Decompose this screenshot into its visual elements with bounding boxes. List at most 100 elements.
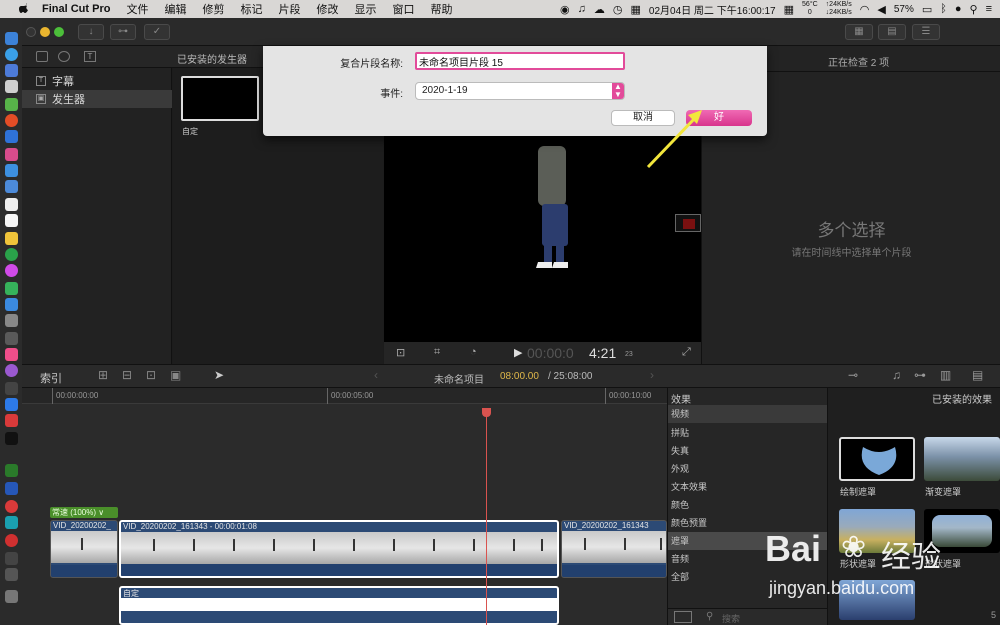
- fx-category-tile[interactable]: 拼贴: [668, 424, 828, 442]
- inspector-toggle-button[interactable]: ☰: [912, 24, 940, 40]
- dock-app-icon[interactable]: [5, 32, 18, 45]
- bluetooth-icon[interactable]: ᛒ: [940, 3, 947, 15]
- clip-name-input[interactable]: [415, 52, 625, 70]
- crop-icon[interactable]: ⌗: [434, 346, 440, 359]
- dock-app-icon[interactable]: [5, 464, 18, 477]
- menu-app-name[interactable]: Final Cut Pro: [42, 3, 110, 15]
- keywords-button[interactable]: ⊶: [110, 24, 136, 40]
- menu-list-icon[interactable]: ≡: [986, 3, 992, 15]
- dock-app-icon[interactable]: [5, 80, 18, 93]
- clip-middle-selected[interactable]: VID_20200202_161343 - 00:00:01:08: [119, 520, 559, 578]
- fx-category-color[interactable]: 颜色: [668, 496, 828, 514]
- menu-modify[interactable]: 修改: [316, 1, 338, 17]
- minimize-window-button[interactable]: [40, 27, 50, 37]
- dock-app-icon[interactable]: [5, 148, 18, 161]
- wifi-icon[interactable]: ◠: [860, 3, 870, 16]
- calendar-icon[interactable]: ▦: [630, 3, 640, 16]
- fx-category-video[interactable]: 视频: [668, 405, 828, 423]
- clock-icon[interactable]: ◷: [613, 3, 623, 16]
- transform-icon[interactable]: ⊡: [396, 346, 405, 359]
- fullscreen-icon[interactable]: ⤢: [682, 346, 691, 359]
- clip-title-generator[interactable]: 自定: [119, 586, 559, 625]
- sidebar-toggle-icon[interactable]: [674, 611, 692, 623]
- clapper-icon[interactable]: [36, 51, 48, 62]
- dock-app-icon[interactable]: [5, 48, 18, 61]
- clip-left[interactable]: VID_20200202_: [50, 520, 118, 578]
- menu-help[interactable]: 帮助: [430, 1, 452, 17]
- fx-category-looks[interactable]: 外观: [668, 460, 828, 478]
- titles-generators-icon[interactable]: T: [84, 51, 96, 62]
- menu-view[interactable]: 显示: [354, 1, 376, 17]
- headphones-icon[interactable]: ♫: [892, 368, 901, 382]
- generator-thumbnail[interactable]: [181, 76, 259, 121]
- dock-app-icon[interactable]: [5, 248, 18, 261]
- effect-thumb-draw-mask[interactable]: [839, 437, 915, 481]
- battery-percent[interactable]: 57%: [894, 4, 914, 15]
- insert-clip-icon[interactable]: ⊟: [122, 368, 132, 382]
- trash-icon[interactable]: [5, 590, 18, 603]
- dock-app-icon[interactable]: [5, 348, 18, 361]
- solo-icon[interactable]: ⊶: [914, 368, 926, 382]
- dock-app-icon[interactable]: [5, 552, 18, 565]
- fx-category-text-effects[interactable]: 文本效果: [668, 478, 828, 496]
- playhead[interactable]: [486, 408, 487, 625]
- dock-app-icon[interactable]: [5, 264, 18, 277]
- background-tasks-button[interactable]: ✓: [144, 24, 170, 40]
- effects-browser-icon[interactable]: ▤: [972, 368, 983, 382]
- volume-icon[interactable]: ◀: [877, 3, 885, 16]
- music-photo-icon[interactable]: [58, 51, 70, 62]
- grid-icon[interactable]: ▦: [784, 3, 794, 16]
- dock-app-icon[interactable]: [5, 568, 18, 581]
- play-icon[interactable]: ▶: [514, 346, 522, 359]
- battery-icon[interactable]: ▭: [922, 3, 932, 16]
- dock-app-icon[interactable]: [5, 64, 18, 77]
- installed-effects-label[interactable]: 已安装的效果: [932, 391, 992, 406]
- menu-mark[interactable]: 标记: [240, 1, 262, 17]
- skimming-icon[interactable]: ⊸: [848, 368, 858, 382]
- dock-app-icon[interactable]: [5, 130, 18, 143]
- index-button[interactable]: 索引: [40, 370, 62, 386]
- menu-clip[interactable]: 片段: [278, 1, 300, 17]
- append-clip-icon[interactable]: ⊡: [146, 368, 156, 382]
- sidebar-item-titles[interactable]: T 字幕: [22, 72, 172, 90]
- dock-app-icon[interactable]: [5, 432, 18, 445]
- dock-app-icon[interactable]: [5, 382, 18, 395]
- import-button[interactable]: ↓: [78, 24, 104, 40]
- connect-clip-icon[interactable]: ⊞: [98, 368, 108, 382]
- dock-app-icon[interactable]: [5, 332, 18, 345]
- user-icon[interactable]: ●: [955, 3, 962, 15]
- forward-icon[interactable]: ›: [650, 368, 654, 382]
- dock-app-icon[interactable]: [5, 164, 18, 177]
- close-window-button[interactable]: [26, 27, 36, 37]
- menu-file[interactable]: 文件: [126, 1, 148, 17]
- clip-appearance-icon[interactable]: ▥: [940, 368, 951, 382]
- dock-app-icon[interactable]: [5, 314, 18, 327]
- layout-library-button[interactable]: ▦: [845, 24, 873, 40]
- back-icon[interactable]: ‹: [374, 368, 378, 382]
- search-icon[interactable]: ⚲: [970, 3, 978, 16]
- select-tool-icon[interactable]: ➤: [214, 368, 224, 382]
- dock-app-icon[interactable]: [5, 98, 18, 111]
- dock-app-icon[interactable]: [5, 198, 18, 211]
- dock-app-icon[interactable]: [5, 364, 18, 377]
- cloud-icon[interactable]: ☁: [594, 3, 605, 16]
- dock-app-icon[interactable]: [5, 114, 18, 127]
- clip-right[interactable]: VID_20200202_161343: [561, 520, 667, 578]
- music-icon[interactable]: ♫: [578, 3, 586, 15]
- dock-app-icon[interactable]: [5, 298, 18, 311]
- browser-header-label[interactable]: 已安装的发生器: [177, 51, 247, 66]
- effects-search-input[interactable]: 搜索: [722, 612, 740, 625]
- chrome-icon[interactable]: ◉: [560, 3, 570, 16]
- dock-app-icon[interactable]: [5, 214, 18, 227]
- sidebar-item-generators[interactable]: ▣ 发生器: [22, 90, 172, 108]
- dock-app-icon[interactable]: [5, 482, 18, 495]
- dock-app-icon[interactable]: [5, 232, 18, 245]
- timeline-ruler[interactable]: 00:00:00:00 00:00:05:00 00:00:10:00: [22, 388, 667, 404]
- dock-app-icon[interactable]: [5, 398, 18, 411]
- fx-category-distortion[interactable]: 失真: [668, 442, 828, 460]
- event-select[interactable]: 2020-1-19 ▲ ▼: [415, 82, 625, 100]
- apple-icon[interactable]: [18, 3, 30, 15]
- dock-app-icon[interactable]: [5, 500, 18, 513]
- fullscreen-window-button[interactable]: [54, 27, 64, 37]
- menu-edit[interactable]: 编辑: [164, 1, 186, 17]
